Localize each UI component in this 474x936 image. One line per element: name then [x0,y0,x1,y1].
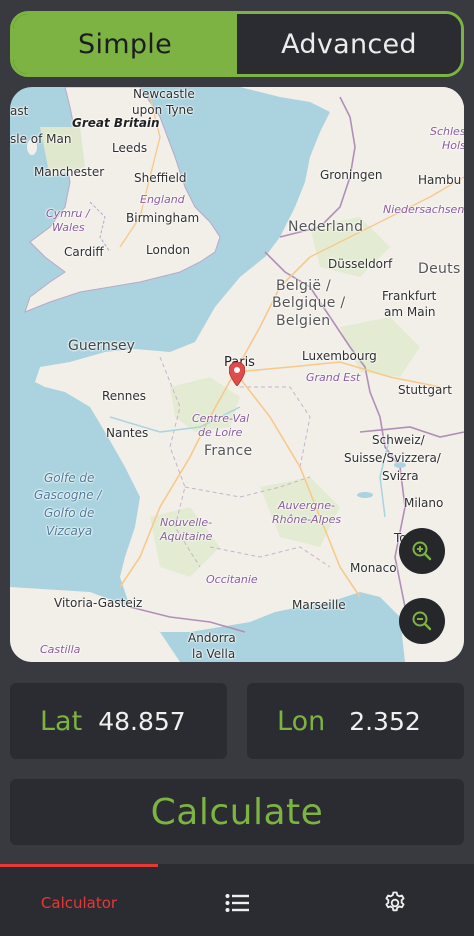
map-label: Groningen [320,168,383,182]
map-label: Golfe de [44,471,95,485]
zoom-out-button[interactable] [399,598,445,644]
map-label: Guernsey [68,338,135,354]
map-label: Golfo de [44,506,95,520]
gear-icon [385,891,405,912]
zoom-in-button[interactable] [399,528,445,574]
map-label: London [146,243,190,257]
zoom-in-icon [412,541,432,561]
map-label: Gascogne / [34,488,102,502]
map-label: Niedersachsen [383,203,464,216]
map-label: Rennes [102,389,147,403]
map-label: England [140,193,185,206]
latitude-label: Lat [40,705,83,737]
map-label: Birmingham [126,211,200,225]
map-label: Svizra [382,469,419,483]
map-label: Rhône-Alpes [272,513,342,526]
map-label: upon Tyne [132,103,194,117]
calculate-button[interactable]: Calculate [10,779,464,845]
map-label: de Loire [198,426,243,439]
map-label: Castilla [40,643,81,656]
nav-calculator-tab[interactable]: Calculator [0,864,158,936]
map-label: Vitoria-Gasteiz [54,596,143,610]
map-label: Cymru / [46,207,90,220]
map-label: Aquitaine [160,530,213,543]
map-label: Wales [52,221,85,234]
map-label: am Main [384,305,436,319]
bottom-navigation: Calculator [0,864,474,936]
latitude-field[interactable]: Lat 48.857 [10,683,227,759]
longitude-value[interactable]: 2.352 [349,707,421,736]
map-view[interactable]: Newcastle upon Tyne ast Great Britain sl… [10,87,464,662]
map-label: sle of Man [10,132,72,146]
longitude-field[interactable]: Lon 2.352 [247,683,464,759]
map-label: Luxembourg [302,349,377,363]
nav-list-tab[interactable] [158,864,316,936]
map-label: Deuts [418,261,461,277]
map-label: Sheffield [134,171,187,185]
nav-settings-tab[interactable] [316,864,474,936]
zoom-out-icon [412,611,432,631]
map-label: Monaco [350,561,397,575]
active-tab-indicator [0,864,158,867]
map-label: Cardiff [64,245,104,259]
map-label: Vizcaya [46,524,93,538]
map-label: Leeds [112,141,148,155]
location-marker-icon[interactable] [229,362,245,386]
map-label: Stuttgart [398,383,452,397]
map-label: Belgique / [272,295,346,311]
simple-mode-button[interactable]: Simple [13,14,237,74]
map-label: Holstein [442,139,464,152]
map-label: Manchester [34,165,105,179]
map-label: Marseille [292,598,346,612]
map-label: Suisse/Svizzera/ [344,451,441,465]
map-label: Grand Est [306,371,361,384]
map-label: Nederland [288,219,364,235]
map-label: Nouvelle- [160,516,213,529]
map-label: Andorra [188,631,236,645]
list-icon [225,894,249,912]
map-label: Schleswig- [430,125,464,138]
map-label: Milano [404,496,444,510]
map-label: Belgien [276,313,331,329]
map-label: Frankfurt [382,289,437,303]
map-label: la Vella [192,647,236,661]
nav-calculator-label: Calculator [40,894,118,912]
map-label: Auvergne- [278,499,335,512]
map-label: Hambu [418,173,462,187]
latitude-value[interactable]: 48.857 [98,707,185,736]
map-label: Occitanie [206,573,258,586]
map-label: ast [10,104,29,118]
map-label: Great Britain [72,116,160,130]
map-label: Newcastle [133,87,195,101]
mode-toggle: Simple Advanced [10,11,464,77]
advanced-mode-button[interactable]: Advanced [237,14,461,74]
map-label: België / [276,278,332,294]
map-label: France [204,443,253,459]
map-label: Düsseldorf [328,257,393,271]
map-label: Centre-Val [192,412,250,425]
map-label: Schweiz/ [372,433,425,447]
longitude-label: Lon [277,705,326,737]
map-label: Nantes [106,426,149,440]
